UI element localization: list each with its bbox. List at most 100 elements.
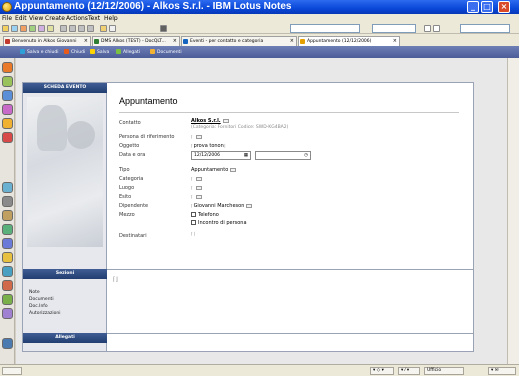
- copy-icon[interactable]: [47, 25, 54, 32]
- tab-close-icon[interactable]: ×: [290, 37, 294, 46]
- menu-edit[interactable]: Edit: [15, 15, 27, 22]
- tab-close-icon[interactable]: ×: [393, 37, 397, 46]
- open-icon[interactable]: [2, 25, 9, 32]
- dropdown-icon[interactable]: [195, 177, 202, 181]
- attachments-area[interactable]: [107, 333, 474, 351]
- replicator-icon[interactable]: [2, 118, 13, 129]
- database-bookmark-icon[interactable]: [2, 210, 13, 221]
- save-close-button[interactable]: Salva e chiudi: [20, 49, 58, 55]
- bookmark-icon[interactable]: [100, 25, 107, 32]
- contatto-value[interactable]: Alkos S.r.l.: [191, 118, 229, 124]
- search-field[interactable]: [460, 24, 510, 33]
- todo-icon[interactable]: [2, 104, 13, 115]
- dropdown-icon[interactable]: [195, 186, 202, 190]
- section-docinfo[interactable]: Doc.Info: [29, 303, 61, 310]
- italic-icon[interactable]: [433, 25, 440, 32]
- maximize-button[interactable]: □: [481, 1, 493, 13]
- save-button[interactable]: Salva: [90, 49, 109, 55]
- dipendente-field[interactable]: ⌈Giovanni Marcheson: [191, 203, 253, 209]
- contacts-icon[interactable]: [2, 90, 13, 101]
- database-bookmark-icon[interactable]: [2, 294, 13, 305]
- database-bookmark-icon[interactable]: [2, 252, 13, 263]
- cut-icon[interactable]: [38, 25, 45, 32]
- section-note[interactable]: Note: [29, 289, 61, 296]
- notes-area[interactable]: ⌈⌋: [107, 269, 474, 331]
- minimize-button[interactable]: _: [467, 1, 479, 13]
- network-status[interactable]: ▾ ◇ ▾: [370, 367, 394, 375]
- search-icon[interactable]: [160, 25, 167, 32]
- action-bar: Salva e chiudi Chiudi Salva Allegati Doc…: [0, 46, 519, 58]
- checkbox[interactable]: [191, 220, 196, 225]
- save-doc-icon: [90, 49, 95, 54]
- tab-eventi[interactable]: Eventi - per contatto e categoria ×: [181, 36, 297, 46]
- address-field[interactable]: [290, 24, 360, 33]
- calendar-picker-icon[interactable]: ▦: [244, 152, 248, 159]
- menu-create[interactable]: Create: [45, 15, 65, 22]
- oggetto-field[interactable]: ⌈prova tonon⌋: [191, 143, 226, 149]
- section-autorizzazioni[interactable]: Autorizzazioni: [29, 310, 61, 317]
- close-button[interactable]: ×: [498, 1, 510, 13]
- luogo-field[interactable]: ⌈: [191, 185, 202, 191]
- location-status[interactable]: Ufficio: [424, 367, 464, 375]
- destinatari-field[interactable]: ⌈⌋: [191, 231, 196, 237]
- signal-status[interactable]: ▾ ⁄ ▾: [398, 367, 420, 375]
- favorites-icon[interactable]: [2, 132, 13, 143]
- dropdown-icon[interactable]: [195, 195, 202, 199]
- database-bookmark-icon[interactable]: [2, 308, 13, 319]
- database-bookmark-icon[interactable]: [2, 224, 13, 235]
- menu-actions[interactable]: Actions: [66, 15, 88, 22]
- tab-close-icon[interactable]: ×: [84, 37, 88, 46]
- database-bookmark-icon[interactable]: [2, 238, 13, 249]
- dropdown-icon[interactable]: [195, 135, 202, 139]
- print-icon[interactable]: [20, 25, 27, 32]
- forward-icon[interactable]: [69, 25, 76, 32]
- database-bookmark-icon[interactable]: [2, 182, 13, 193]
- menu-help[interactable]: Help: [104, 15, 118, 22]
- checkbox[interactable]: [191, 212, 196, 217]
- esito-field[interactable]: ⌈: [191, 194, 202, 200]
- lookup-icon[interactable]: [222, 119, 229, 123]
- tipo-field[interactable]: Appuntamento: [191, 167, 237, 173]
- database-bookmark-icon[interactable]: [2, 266, 13, 277]
- persona-field[interactable]: ⌈: [191, 134, 202, 140]
- attachments-button[interactable]: Allegati: [116, 49, 140, 55]
- tab-welcome[interactable]: Benvenuto in Alkos Giovanni ×: [3, 36, 91, 46]
- time-field[interactable]: ◷: [255, 151, 311, 160]
- mezzo-option-telefono[interactable]: Telefono: [191, 212, 219, 218]
- doc-icon[interactable]: [109, 25, 116, 32]
- dropdown-icon[interactable]: [246, 204, 253, 208]
- date-field[interactable]: 12/12/2006 ▦: [191, 151, 251, 160]
- status-bar: ▾ ◇ ▾ ▾ ⁄ ▾ Ufficio ▾ ✉: [0, 364, 519, 376]
- database-bookmark-icon[interactable]: [2, 196, 13, 207]
- calendar-icon[interactable]: [2, 76, 13, 87]
- stop-icon[interactable]: [78, 25, 85, 32]
- categoria-label: Categoria: [119, 176, 144, 182]
- menu-file[interactable]: File: [2, 15, 12, 22]
- refresh-icon[interactable]: [29, 25, 36, 32]
- vertical-scrollbar[interactable]: [507, 58, 519, 364]
- documents-button[interactable]: Documenti: [150, 49, 182, 55]
- open-list-icon[interactable]: [2, 338, 13, 349]
- categoria-field[interactable]: ⌈: [191, 176, 202, 182]
- mail-icon[interactable]: [2, 62, 13, 73]
- reload-icon[interactable]: [87, 25, 94, 32]
- action-label: Documenti: [157, 50, 182, 55]
- mezzo-option-incontro[interactable]: Incontro di persona: [191, 220, 247, 226]
- dropdown-icon[interactable]: [230, 168, 237, 172]
- database-bookmark-icon[interactable]: [2, 280, 13, 291]
- back-icon[interactable]: [60, 25, 67, 32]
- save-icon[interactable]: [11, 25, 18, 32]
- style-field[interactable]: [372, 24, 416, 33]
- tab-dms[interactable]: DMS Alkos (TEST) - DocQLT... ×: [92, 36, 180, 46]
- menu-text[interactable]: Text: [88, 15, 100, 22]
- menu-view[interactable]: View: [29, 15, 43, 22]
- section-documenti[interactable]: Documenti: [29, 296, 61, 303]
- close-doc-button[interactable]: Chiudi: [64, 49, 85, 55]
- tab-close-icon[interactable]: ×: [173, 37, 177, 46]
- clock-icon[interactable]: ◷: [304, 152, 308, 159]
- mail-status[interactable]: ▾ ✉: [488, 367, 516, 375]
- bold-icon[interactable]: [424, 25, 431, 32]
- oggetto-label: Oggetto: [119, 143, 140, 149]
- attachments-header: Allegati: [23, 333, 107, 343]
- tab-appuntamento[interactable]: Appuntamento (12/12/2006) ×: [298, 36, 400, 46]
